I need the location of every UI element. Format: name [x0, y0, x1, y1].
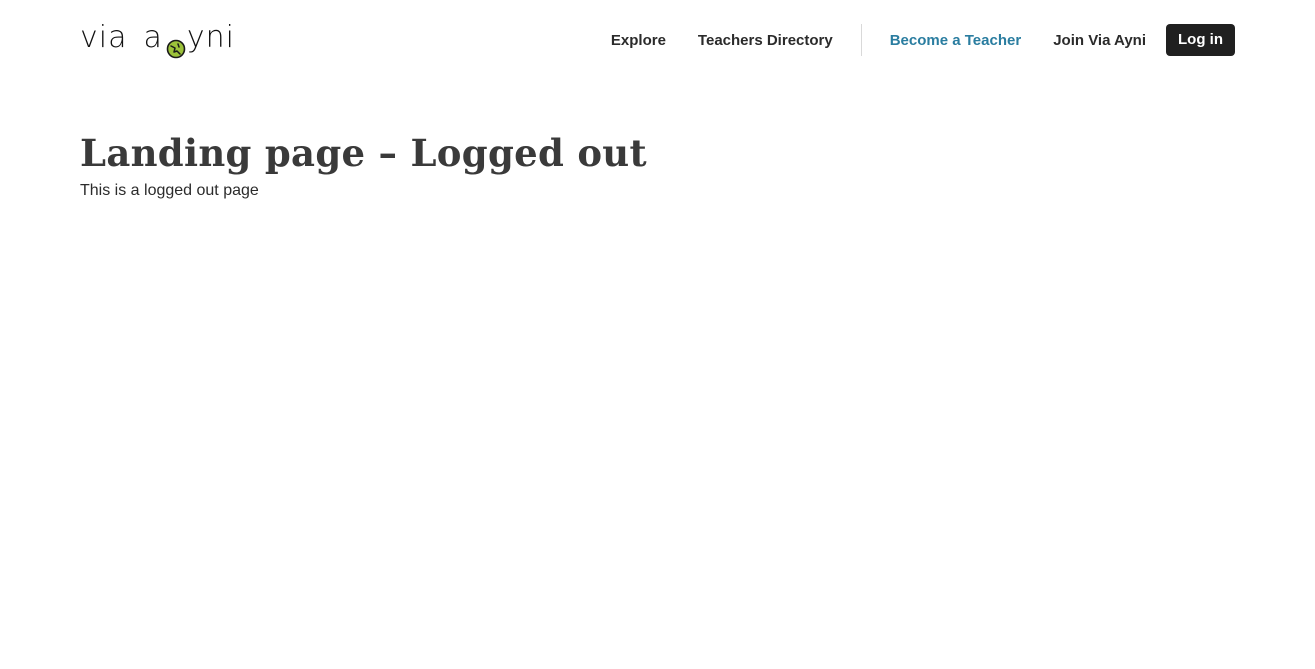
logo-text-via: via — [80, 20, 128, 55]
page-text: This is a logged out page — [80, 182, 259, 199]
nav-become-teacher[interactable]: Become a Teacher — [890, 32, 1021, 49]
nav-explore[interactable]: Explore — [611, 32, 666, 49]
main-content: Landing page – Logged out This is a logg… — [80, 128, 1235, 202]
globe-icon — [166, 30, 186, 59]
site-header: via a yni Explore Teachers Directory Bec… — [0, 0, 1315, 80]
main-nav: Explore Teachers Directory Become a Teac… — [611, 24, 1235, 56]
logo-text-a: a — [143, 20, 163, 55]
nav-divider — [860, 24, 862, 56]
logo-link[interactable]: via a yni — [80, 18, 235, 59]
login-button[interactable]: Log in — [1166, 24, 1235, 56]
page-title: Landing page – Logged out — [80, 131, 647, 175]
nav-join[interactable]: Join Via Ayni — [1053, 32, 1146, 49]
logo-text-yni: yni — [186, 20, 235, 55]
nav-teachers-directory[interactable]: Teachers Directory — [698, 32, 833, 49]
